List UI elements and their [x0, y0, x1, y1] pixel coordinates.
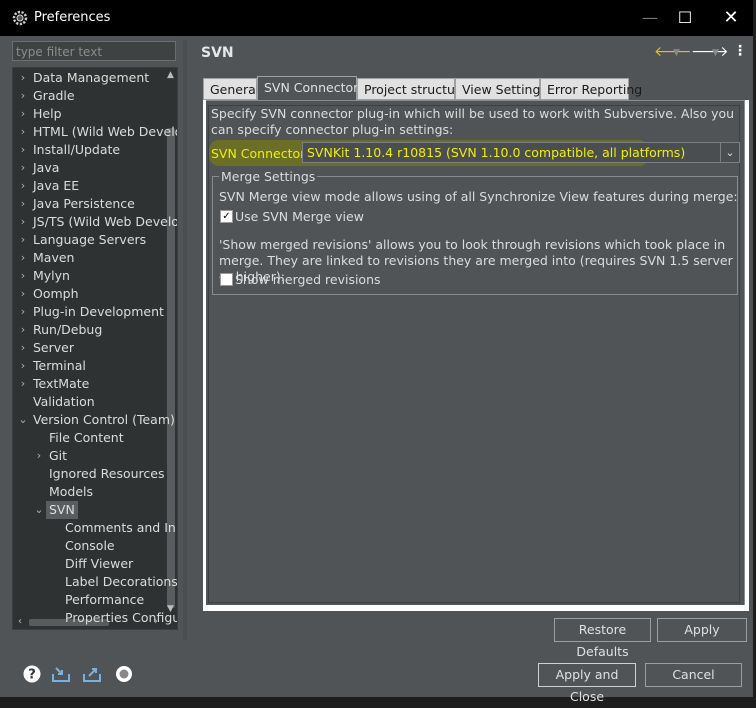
chevron-down-icon[interactable]: ⌄	[33, 501, 45, 519]
tree-item-label: File Content	[49, 430, 124, 445]
connector-value: SVNKit 1.10.4 r10815 (SVN 1.10.0 compati…	[307, 145, 686, 160]
connector-label: SVN Connector:	[211, 146, 310, 161]
chevron-right-icon[interactable]: ›	[17, 249, 29, 267]
connector-select[interactable]: SVNKit 1.10.4 r10815 (SVN 1.10.0 compati…	[302, 142, 740, 163]
tree-item-label: Java	[33, 160, 60, 175]
chevron-right-icon[interactable]: ›	[17, 141, 29, 159]
tab-view-settings[interactable]: View Settings	[455, 78, 547, 100]
apply-button[interactable]: Apply	[657, 618, 747, 642]
tree-item-label: Gradle	[33, 88, 75, 103]
tree-item-label: Server	[33, 340, 74, 355]
tree-item-label: Help	[33, 106, 62, 121]
tree-item-label: Mylyn	[33, 268, 70, 283]
title-bar: Preferences — ☐ ✕	[0, 0, 753, 36]
chevron-right-icon[interactable]: ›	[17, 123, 29, 141]
chevron-down-icon[interactable]: ⌄	[720, 143, 739, 162]
tree-item-label: Language Servers	[33, 232, 147, 247]
back-dropdown-icon[interactable]: ▼	[673, 48, 680, 58]
chevron-right-icon[interactable]: ›	[33, 447, 45, 465]
chevron-right-icon[interactable]: ›	[17, 105, 29, 123]
maximize-button[interactable]: ☐	[665, 4, 705, 32]
tree-item-label: JS/TS (Wild Web Develo	[33, 214, 178, 229]
scroll-up-icon[interactable]: ▲	[164, 68, 177, 82]
svg-text:?: ?	[28, 668, 36, 683]
panel-border	[203, 605, 745, 611]
tab-error-reporting[interactable]: Error Reporting	[540, 78, 642, 100]
close-button[interactable]: ✕	[711, 4, 751, 32]
forward-arrow-icon[interactable]: 🡒	[691, 43, 729, 60]
merge-description: SVN Merge view mode allows using of all …	[219, 189, 738, 204]
chevron-right-icon[interactable]: ›	[17, 87, 29, 105]
tree-item-label: Properties Configu	[65, 610, 178, 625]
tree-item-label: Diff Viewer	[65, 556, 134, 571]
chevron-right-icon[interactable]: ›	[17, 69, 29, 87]
scroll-left-icon[interactable]: ‹	[13, 615, 27, 629]
tree-item-label: Java Persistence	[33, 196, 135, 211]
connector-description: Specify SVN connector plug-in which will…	[211, 106, 735, 137]
export-icon[interactable]	[82, 664, 102, 684]
panel-border	[745, 100, 749, 611]
merge-settings-title: Merge Settings	[219, 169, 318, 184]
chevron-right-icon[interactable]: ›	[17, 303, 29, 321]
chevron-right-icon[interactable]: ›	[17, 159, 29, 177]
tree-item-label: Console	[65, 538, 115, 553]
apply-and-close-button[interactable]: Apply and Close	[538, 663, 636, 704]
forward-dropdown-icon[interactable]: ▼	[712, 48, 719, 58]
tree-item-label: Install/Update	[33, 142, 121, 157]
tree-item-label: Performance	[65, 592, 145, 607]
tree-item-label: Plug-in Development	[33, 304, 164, 319]
tab-project-structure[interactable]: Project structure	[357, 78, 467, 100]
import-icon[interactable]	[51, 664, 71, 684]
tree-item-label: Validation	[33, 394, 95, 409]
restore-defaults-button[interactable]: Restore Defaults	[554, 618, 651, 659]
chevron-right-icon[interactable]: ›	[17, 375, 29, 393]
chevron-right-icon[interactable]: ›	[17, 195, 29, 213]
chevron-right-icon[interactable]: ›	[17, 231, 29, 249]
page-title: SVN	[201, 45, 234, 61]
filter-input[interactable]: type filter text	[12, 41, 176, 61]
show-merged-revisions-label[interactable]: Show merged revisions	[235, 272, 381, 288]
chevron-right-icon[interactable]: ›	[17, 321, 29, 339]
cancel-button[interactable]: Cancel	[645, 663, 742, 687]
panel-border	[203, 100, 206, 611]
window-title: Preferences	[34, 10, 111, 25]
tree-item-label: Terminal	[33, 358, 86, 373]
tab-general[interactable]: General	[203, 78, 259, 100]
tree-item-label: HTML (Wild Web Develo	[33, 124, 178, 139]
chevron-right-icon[interactable]: ›	[17, 339, 29, 357]
chevron-right-icon[interactable]: ›	[17, 285, 29, 303]
use-merge-view-label[interactable]: Use SVN Merge view	[235, 209, 364, 225]
chevron-right-icon[interactable]: ›	[17, 267, 29, 285]
show-merged-revisions-checkbox[interactable]	[220, 273, 233, 286]
preferences-window: Preferences — ☐ ✕ type filter text ▲ ▼ ‹…	[0, 0, 753, 704]
tree-item-label: Data Management	[33, 70, 150, 85]
chevron-down-icon[interactable]: ⌄	[17, 411, 29, 429]
splitter[interactable]	[183, 40, 187, 640]
tree-item-label: Maven	[33, 250, 75, 265]
tree-item-label: Version Control (Team)	[33, 412, 175, 427]
tree-item-label: Java EE	[33, 178, 80, 193]
use-merge-view-checkbox[interactable]: ✓	[220, 210, 233, 223]
oomph-record-icon[interactable]	[114, 664, 134, 684]
minimize-button[interactable]: —	[630, 4, 670, 32]
chevron-right-icon[interactable]: ›	[17, 177, 29, 195]
gear-icon	[12, 10, 28, 26]
tree-item-label: Git	[49, 448, 68, 463]
preferences-tree[interactable]: ▲ ▼ ‹ › › Data Management › Gradle › Help › HTM…	[12, 67, 178, 630]
tree-item-label: Oomph	[33, 286, 79, 301]
view-menu-icon[interactable]: ⋮	[733, 43, 747, 59]
chevron-right-icon[interactable]: ›	[17, 213, 29, 231]
tree-item-label: TextMate	[33, 376, 90, 391]
tree-item-label: Label Decorations	[65, 574, 178, 589]
tree-item-label: SVN	[46, 501, 78, 519]
help-icon[interactable]: ?	[22, 664, 42, 684]
chevron-right-icon[interactable]: ›	[17, 357, 29, 375]
tree-item-label: Ignored Resources	[49, 466, 165, 481]
tree-item-label: Run/Debug	[33, 322, 103, 337]
tree-item-label: Models	[49, 484, 94, 499]
tab-svn-connector[interactable]: SVN Connector	[257, 76, 358, 100]
tree-item-label: Comments and In	[65, 520, 176, 535]
